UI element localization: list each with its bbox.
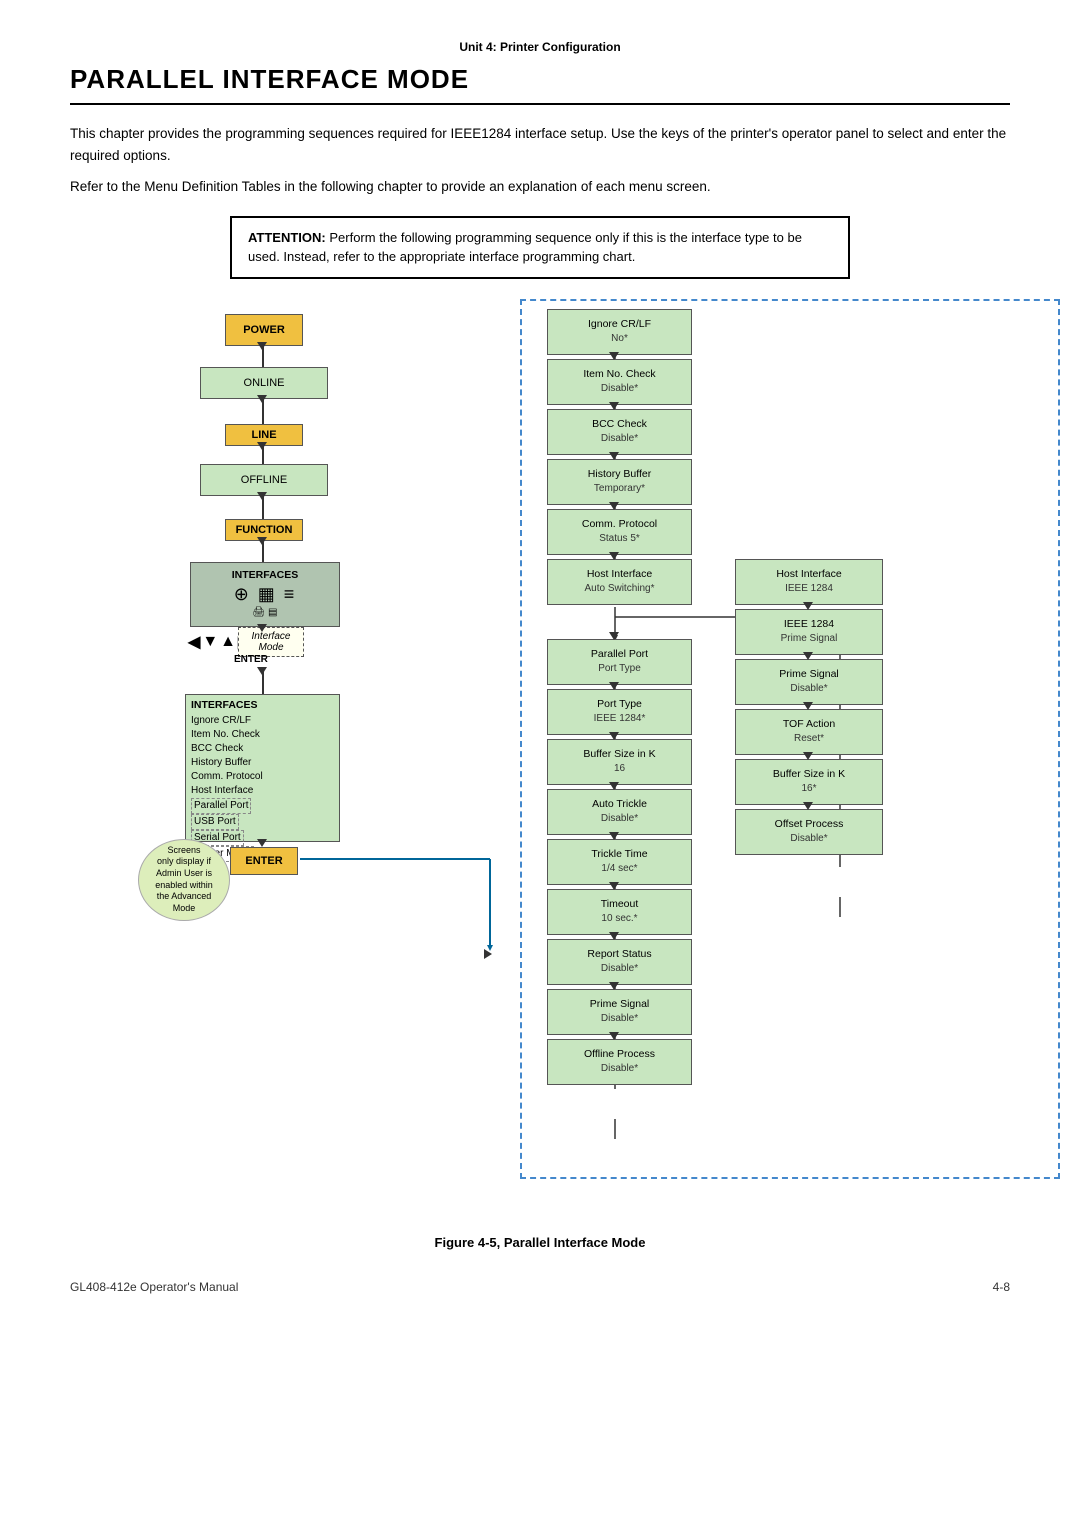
- mid-timeout: Timeout 10 sec.*: [547, 889, 692, 935]
- mid-bcc: BCC Check Disable*: [547, 409, 692, 455]
- enter-button-2[interactable]: ENTER: [230, 847, 298, 875]
- interface-mode-label: Interface Mode: [238, 627, 304, 657]
- mid-ignore-crlf: Ignore CR/LF No*: [547, 309, 692, 355]
- list-usb: USB Port: [191, 814, 239, 830]
- mid-report-status: Report Status Disable*: [547, 939, 692, 985]
- unit-header: Unit 4: Printer Configuration: [70, 40, 1010, 54]
- arrow-line-offline: [257, 442, 267, 450]
- mid-buffer-size: Buffer Size in K 16: [547, 739, 692, 785]
- unit-title: Unit 4: Printer Configuration: [459, 40, 620, 54]
- arrow-nav-list: [257, 667, 267, 675]
- interfaces-label: INTERFACES: [232, 569, 299, 583]
- list-host: Host Interface: [191, 784, 253, 798]
- footer-left: GL408-412e Operator's Manual: [70, 1280, 238, 1294]
- arrow-mid-13: [609, 982, 619, 990]
- arrow-mid-5: [609, 552, 619, 560]
- attention-box: ATTENTION: Perform the following program…: [230, 216, 850, 279]
- diagram-area: POWER ONLINE LINE OFFLINE FUNCTION INTER…: [70, 299, 1010, 1219]
- interfaces-icons: ⊕ ▦ ≡: [234, 583, 297, 606]
- mid-itemno: Item No. Check Disable*: [547, 359, 692, 405]
- footer: GL408-412e Operator's Manual 4-8: [70, 1280, 1010, 1294]
- arrow-right-5: [803, 802, 813, 810]
- arrow-right-2: [803, 652, 813, 660]
- arrow-mid-9: [609, 782, 619, 790]
- arrow-mid-1: [609, 352, 619, 360]
- mid-parallel-port: Parallel Port Port Type: [547, 639, 692, 685]
- interfaces-list-box: INTERFACES Ignore CR/LF Item No. Check B…: [185, 694, 340, 842]
- interfaces-sublabel: 🖨 ▤: [253, 606, 278, 619]
- right-prime-signal: Prime Signal Disable*: [735, 659, 883, 705]
- arrow-power-down: [257, 342, 267, 350]
- list-bcc: BCC Check: [191, 742, 243, 756]
- arrow-function-down: [257, 537, 267, 545]
- attention-text: Perform the following programming sequen…: [248, 230, 802, 265]
- list-itemno: Item No. Check: [191, 728, 260, 742]
- arrow-mid-12: [609, 932, 619, 940]
- arrow-interfaces-nav: [257, 624, 267, 632]
- intro-p1: This chapter provides the programming se…: [70, 123, 1010, 166]
- chapter-title: PARALLEL INTERFACE MODE: [70, 64, 1010, 105]
- callout-bubble: Screensonly display ifAdmin User isenabl…: [138, 839, 230, 921]
- intro-p2: Refer to the Menu Definition Tables in t…: [70, 176, 1010, 198]
- mid-prime-signal: Prime Signal Disable*: [547, 989, 692, 1035]
- arrow-mid-2: [609, 402, 619, 410]
- right-offset-process: Offset Process Disable*: [735, 809, 883, 855]
- right-tof-action: TOF Action Reset*: [735, 709, 883, 755]
- right-ieee1284: IEEE 1284 Prime Signal: [735, 609, 883, 655]
- arrow-right-1: [803, 602, 813, 610]
- arrow-offline-function: [257, 492, 267, 500]
- arrow-mid-10: [609, 832, 619, 840]
- arrow-enter-right: [484, 949, 492, 959]
- mid-history: History Buffer Temporary*: [547, 459, 692, 505]
- interfaces-icon-box: INTERFACES ⊕ ▦ ≡ 🖨 ▤: [190, 562, 340, 627]
- list-comm: Comm. Protocol: [191, 770, 263, 784]
- arrow-mid-7: [609, 682, 619, 690]
- enter-label-1: ENTER: [234, 654, 268, 665]
- attention-bold: ATTENTION:: [248, 230, 326, 245]
- mid-comm: Comm. Protocol Status 5*: [547, 509, 692, 555]
- mid-auto-trickle: Auto Trickle Disable*: [547, 789, 692, 835]
- arrow-mid-14: [609, 1032, 619, 1040]
- page: Unit 4: Printer Configuration PARALLEL I…: [0, 0, 1080, 1528]
- arrow-list-enter: [257, 839, 267, 847]
- list-history: History Buffer: [191, 756, 251, 770]
- arrow-right-3: [803, 702, 813, 710]
- list-parallel: Parallel Port: [191, 798, 251, 814]
- mid-port-type: Port Type IEEE 1284*: [547, 689, 692, 735]
- footer-right: 4-8: [993, 1280, 1010, 1294]
- arrow-mid-3: [609, 452, 619, 460]
- arrow-online-line: [257, 395, 267, 403]
- arrow-mid-4: [609, 502, 619, 510]
- figure-caption: Figure 4-5, Parallel Interface Mode: [70, 1235, 1010, 1250]
- arrow-mid-11: [609, 882, 619, 890]
- arrow-right-4: [803, 752, 813, 760]
- interfaces-list-title: INTERFACES: [191, 698, 258, 713]
- arrow-mid-8: [609, 732, 619, 740]
- list-ignore: Ignore CR/LF: [191, 714, 251, 728]
- mid-offline-process: Offline Process Disable*: [547, 1039, 692, 1085]
- arrow-mid-6: [609, 632, 619, 640]
- mid-trickle-time: Trickle Time 1/4 sec*: [547, 839, 692, 885]
- right-buffer-size: Buffer Size in K 16*: [735, 759, 883, 805]
- mid-host-interface: Host Interface Auto Switching*: [547, 559, 692, 605]
- right-host-interface: Host Interface IEEE 1284: [735, 559, 883, 605]
